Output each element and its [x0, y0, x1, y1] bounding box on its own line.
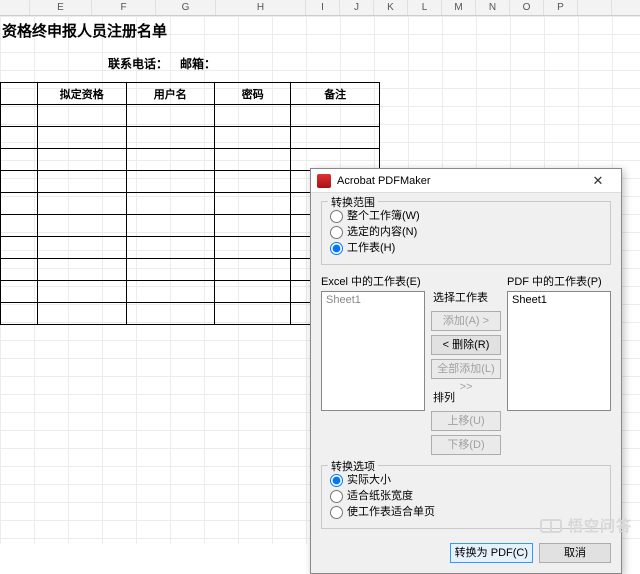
radio-actual-size[interactable]: 实际大小 [330, 472, 602, 488]
table-row [1, 105, 380, 127]
column-header[interactable]: F [92, 0, 156, 15]
radio-sheet[interactable]: 工作表(H) [330, 240, 602, 256]
table-header: 拟定资格 [37, 83, 126, 105]
column-header[interactable]: H [216, 0, 306, 15]
radio-fit-width[interactable]: 适合纸张宽度 [330, 488, 602, 504]
watermark-icon [540, 519, 562, 533]
scope-group: 转换范围 整个工作簿(W) 选定的内容(N) 工作表(H) [321, 201, 611, 265]
pdf-icon [317, 174, 331, 188]
pdf-sheets-label: PDF 中的工作表(P) [507, 273, 611, 289]
add-button[interactable]: 添加(A) > [431, 311, 501, 331]
radio-workbook[interactable]: 整个工作簿(W) [330, 208, 602, 224]
table-header: 备注 [291, 83, 380, 105]
column-header[interactable] [578, 0, 612, 15]
cancel-button[interactable]: 取消 [539, 543, 611, 563]
pdf-sheets-list[interactable]: Sheet1 [507, 291, 611, 411]
close-icon[interactable]: ✕ [581, 173, 615, 189]
move-down-button[interactable]: 下移(D) [431, 435, 501, 455]
column-header[interactable]: M [442, 0, 476, 15]
doc-title: 资格终申报人员注册名单 [0, 16, 380, 49]
watermark: 悟空问答 [540, 515, 632, 536]
remove-button[interactable]: < 删除(R) [431, 335, 501, 355]
excel-sheets-label: Excel 中的工作表(E) [321, 273, 425, 289]
list-item[interactable]: Sheet1 [326, 294, 420, 306]
table-row [1, 127, 380, 149]
column-header[interactable]: O [510, 0, 544, 15]
table-header: 密码 [215, 83, 291, 105]
email-label: 邮箱： [180, 55, 270, 72]
pdfmaker-dialog: Acrobat PDFMaker ✕ 转换范围 整个工作簿(W) 选定的内容(N… [310, 168, 622, 574]
list-item[interactable]: Sheet1 [512, 294, 606, 306]
phone-label: 联系电话： [0, 55, 180, 72]
column-header[interactable]: J [340, 0, 374, 15]
column-header[interactable] [0, 0, 30, 15]
move-up-button[interactable]: 上移(U) [431, 411, 501, 431]
column-header[interactable]: P [544, 0, 578, 15]
column-header[interactable]: I [306, 0, 340, 15]
add-all-button[interactable]: 全部添加(L) >> [431, 359, 501, 379]
table-header [1, 83, 38, 105]
column-header[interactable]: N [476, 0, 510, 15]
radio-selection[interactable]: 选定的内容(N) [330, 224, 602, 240]
column-header[interactable]: E [30, 0, 92, 15]
excel-sheets-list[interactable]: Sheet1 [321, 291, 425, 411]
column-header[interactable]: G [156, 0, 216, 15]
dialog-titlebar[interactable]: Acrobat PDFMaker ✕ [311, 169, 621, 193]
column-header[interactable]: L [408, 0, 442, 15]
dialog-title: Acrobat PDFMaker [337, 175, 581, 187]
convert-button[interactable]: 转换为 PDF(C) [450, 543, 533, 563]
table-header: 用户名 [126, 83, 215, 105]
column-header-row: EFGHIJKLMNOP [0, 0, 640, 16]
column-header[interactable]: K [374, 0, 408, 15]
